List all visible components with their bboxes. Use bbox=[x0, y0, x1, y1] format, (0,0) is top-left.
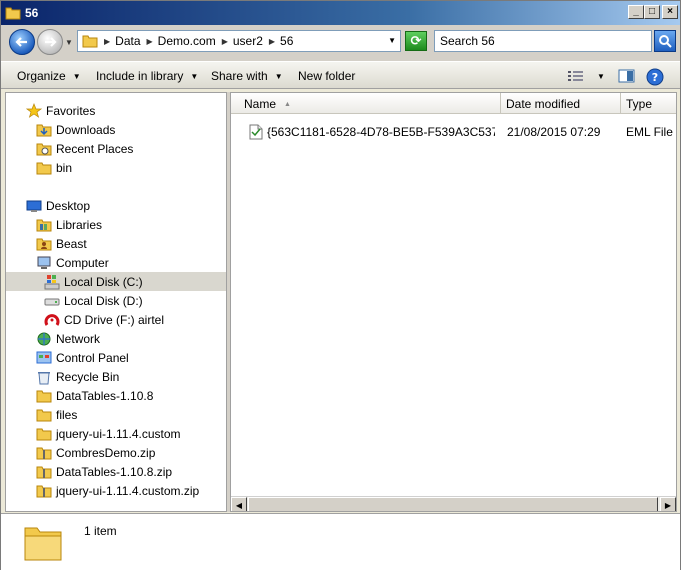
zip-folder-icon bbox=[36, 445, 52, 461]
column-header-type[interactable]: Type bbox=[621, 93, 676, 114]
recent-pages-dropdown[interactable]: ▼ bbox=[65, 38, 73, 47]
nav-files-folder[interactable]: files bbox=[36, 405, 77, 424]
column-header-name[interactable]: Name ▲ bbox=[231, 93, 501, 114]
zip-folder-icon bbox=[36, 483, 52, 499]
item-count: 1 item bbox=[84, 524, 117, 538]
horizontal-scrollbar[interactable]: ◀ ▶ bbox=[231, 496, 676, 511]
address-row: ▼ ▶ Data ▶ Demo.com ▶ user2 ▶ 56 ▼ ⟳ Search… bbox=[1, 25, 680, 61]
column-header-date-modified[interactable]: Date modified bbox=[501, 93, 621, 114]
nav-bin[interactable]: bin bbox=[36, 158, 72, 177]
scroll-thumb[interactable] bbox=[248, 497, 658, 511]
search-input[interactable]: Search 56 bbox=[434, 30, 652, 52]
network-icon bbox=[36, 331, 52, 347]
breadcrumb-demo[interactable]: Demo.com ▶ bbox=[158, 34, 233, 48]
file-type: EML File bbox=[626, 125, 673, 139]
folder-icon bbox=[36, 407, 52, 423]
search-icon bbox=[659, 35, 672, 48]
nav-beast[interactable]: Beast bbox=[36, 234, 87, 253]
back-button[interactable] bbox=[9, 29, 35, 55]
address-dropdown[interactable]: ▼ bbox=[388, 36, 396, 45]
nav-computer[interactable]: Computer bbox=[36, 253, 109, 272]
search-button[interactable] bbox=[654, 30, 676, 52]
nav-recycle-bin[interactable]: Recycle Bin bbox=[36, 367, 119, 386]
windows-drive-icon bbox=[44, 274, 60, 290]
explorer-window: 56 _ □ × ▼ ▶ Data ▶ Demo.com ▶ user2 ▶ 56 ▼… bbox=[0, 0, 681, 570]
title-bar[interactable]: 56 _ □ × bbox=[1, 1, 680, 25]
share-with-button[interactable]: Share with ▼ bbox=[211, 69, 283, 83]
nav-jquery-ui-folder[interactable]: jquery-ui-1.11.4.custom bbox=[36, 424, 181, 443]
email-file-icon bbox=[249, 124, 263, 140]
folder-icon bbox=[5, 7, 21, 20]
new-folder-button[interactable]: New folder bbox=[298, 69, 355, 83]
nav-control-panel[interactable]: Control Panel bbox=[36, 348, 129, 367]
nav-favorites[interactable]: Favorites bbox=[25, 101, 95, 120]
arrow-right-icon bbox=[45, 37, 57, 47]
address-bar[interactable]: ▶ Data ▶ Demo.com ▶ user2 ▶ 56 ▼ bbox=[77, 30, 401, 52]
breadcrumb-data[interactable]: Data ▶ bbox=[115, 34, 158, 48]
view-options-dropdown[interactable]: ▼ bbox=[597, 72, 605, 81]
star-icon bbox=[25, 102, 43, 119]
computer-icon bbox=[36, 255, 52, 271]
nav-datatables-zip[interactable]: DataTables-1.10.8.zip bbox=[36, 462, 172, 481]
nav-network[interactable]: Network bbox=[36, 329, 100, 348]
view-list-icon[interactable] bbox=[567, 68, 585, 84]
recycle-bin-icon bbox=[36, 369, 52, 385]
minimize-button[interactable]: _ bbox=[628, 5, 644, 19]
nav-local-disk-c[interactable]: Local Disk (C:) bbox=[6, 272, 226, 291]
control-panel-icon bbox=[36, 350, 52, 366]
recent-places-icon bbox=[36, 141, 52, 157]
folder-icon bbox=[36, 426, 52, 442]
breadcrumb-root-arrow[interactable]: ▶ bbox=[98, 37, 115, 46]
scroll-left-button[interactable]: ◀ bbox=[231, 497, 247, 511]
zip-folder-icon bbox=[36, 464, 52, 480]
nav-jquery-ui-zip[interactable]: jquery-ui-1.11.4.custom.zip bbox=[36, 481, 199, 500]
preview-pane-icon[interactable] bbox=[618, 68, 636, 84]
svg-text:?: ? bbox=[652, 71, 658, 84]
folder-icon bbox=[36, 160, 52, 176]
nav-libraries[interactable]: Libraries bbox=[36, 215, 102, 234]
breadcrumb-user2[interactable]: user2 ▶ bbox=[233, 34, 280, 48]
file-date-modified: 21/08/2015 07:29 bbox=[507, 125, 601, 139]
nav-local-disk-d[interactable]: Local Disk (D:) bbox=[44, 291, 143, 310]
command-bar: Organize ▼ Include in library ▼ Share with… bbox=[1, 61, 680, 89]
downloads-folder-icon bbox=[36, 122, 52, 138]
nav-combres-zip[interactable]: CombresDemo.zip bbox=[36, 443, 155, 462]
folder-icon bbox=[36, 388, 52, 404]
details-pane: 1 item bbox=[1, 513, 680, 570]
nav-cd-drive[interactable]: CD Drive (F:) airtel bbox=[44, 310, 164, 329]
window-title: 56 bbox=[25, 6, 39, 20]
include-in-library-button[interactable]: Include in library ▼ bbox=[96, 69, 198, 83]
folder-icon bbox=[82, 35, 98, 48]
libraries-icon bbox=[36, 217, 52, 233]
file-list-pane[interactable]: Name ▲ Date modified Type {563C1181-6528-… bbox=[230, 92, 677, 512]
nav-desktop[interactable]: Desktop bbox=[26, 196, 90, 215]
refresh-icon: ⟳ bbox=[410, 33, 422, 48]
cd-drive-icon bbox=[44, 312, 60, 328]
folder-icon bbox=[24, 527, 62, 561]
nav-datatables-folder[interactable]: DataTables-1.10.8 bbox=[36, 386, 153, 405]
desktop-icon bbox=[26, 198, 42, 214]
table-row[interactable]: {563C1181-6528-4D78-BE5B-F539A3C537D... … bbox=[231, 121, 676, 143]
help-icon[interactable]: ? bbox=[646, 68, 664, 86]
refresh-button[interactable]: ⟳ bbox=[405, 31, 427, 51]
nav-downloads[interactable]: Downloads bbox=[36, 120, 115, 139]
maximize-button[interactable]: □ bbox=[644, 5, 660, 19]
organize-button[interactable]: Organize ▼ bbox=[17, 69, 81, 83]
nav-recent-places[interactable]: Recent Places bbox=[36, 139, 133, 158]
scroll-right-button[interactable]: ▶ bbox=[660, 497, 676, 511]
drive-icon bbox=[44, 293, 60, 309]
arrow-left-icon bbox=[15, 37, 27, 47]
close-button[interactable]: × bbox=[662, 5, 678, 19]
forward-button[interactable] bbox=[37, 29, 63, 55]
user-folder-icon bbox=[36, 236, 52, 252]
breadcrumb-56[interactable]: 56 bbox=[280, 34, 293, 48]
sort-ascending-icon: ▲ bbox=[284, 101, 291, 108]
file-name: {563C1181-6528-4D78-BE5B-F539A3C537D... bbox=[267, 125, 495, 139]
navigation-pane[interactable]: Favorites Downloads Recent Places bin De… bbox=[5, 92, 227, 512]
